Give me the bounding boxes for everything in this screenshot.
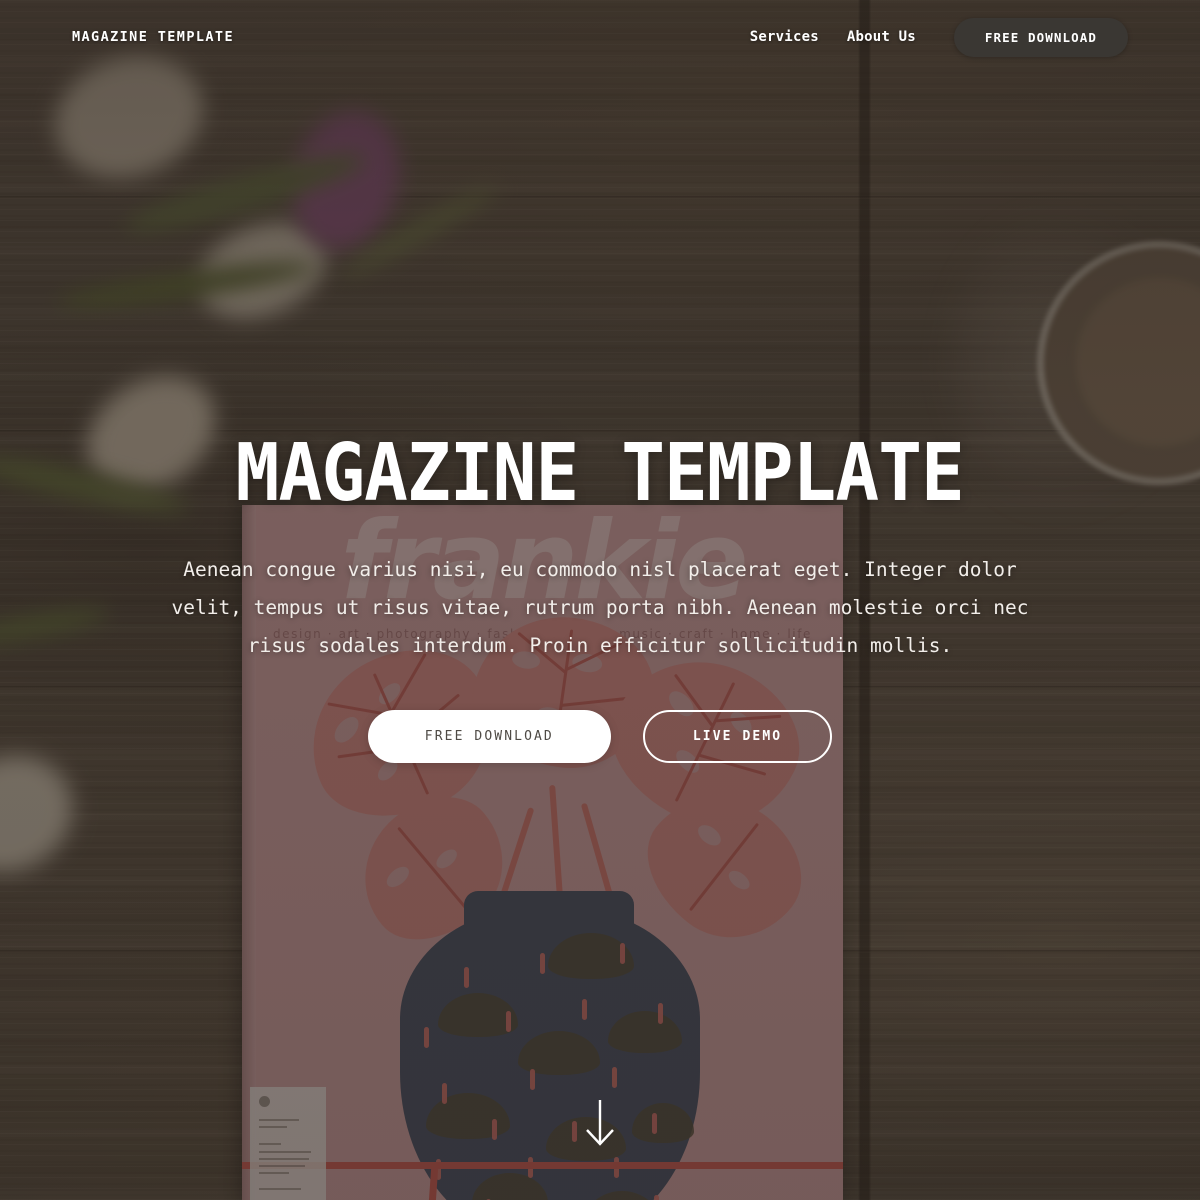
nav-link-services[interactable]: Services <box>736 23 833 51</box>
nav-link-about-us[interactable]: About Us <box>833 23 930 51</box>
hero-live-demo-button[interactable]: LIVE DEMO <box>642 710 833 763</box>
hero-button-group: FREE DOWNLOAD LIVE DEMO <box>367 710 833 763</box>
hero-section: frankie design · art · photography · fas… <box>0 0 1200 1200</box>
site-logo[interactable]: MAGAZINE TEMPLATE <box>72 29 234 45</box>
hero-free-download-button[interactable]: FREE DOWNLOAD <box>367 710 611 763</box>
nav-free-download-button[interactable]: FREE DOWNLOAD <box>953 17 1128 57</box>
arrow-down-icon <box>586 1100 614 1146</box>
hero-title: MAGAZINE TEMPLATE <box>235 427 965 519</box>
nav-menu: Services About Us FREE DOWNLOAD <box>736 17 1128 57</box>
scroll-down-button[interactable] <box>583 1098 617 1150</box>
hero-paragraph: Aenean congue varius nisi, eu commodo ni… <box>171 558 1029 657</box>
hero-content: MAGAZINE TEMPLATE Aenean congue varius n… <box>0 0 1200 1200</box>
site-navbar: MAGAZINE TEMPLATE Services About Us FREE… <box>0 0 1200 74</box>
